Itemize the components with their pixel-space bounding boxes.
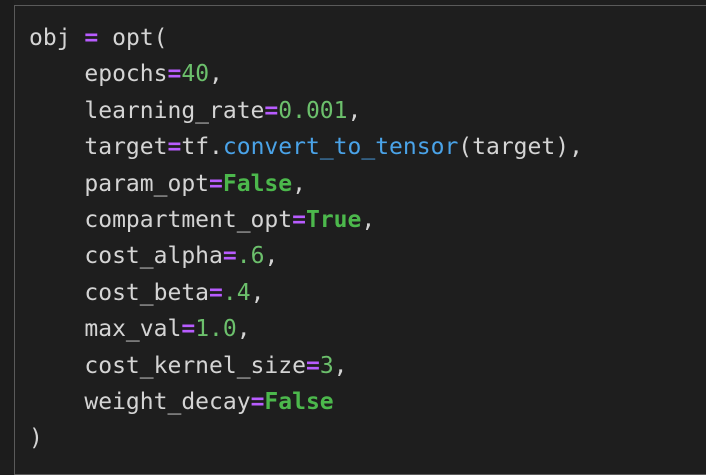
code-line-5: param_opt=False, [29,166,583,202]
arg-name: learning_rate [84,97,265,124]
closing-paren: ) [29,425,43,452]
arg-value: False [264,388,334,415]
arg-value: 0.001 [278,97,348,124]
code-line-7: cost_alpha=.6, [29,238,583,274]
arg-value: 40 [181,61,210,88]
arg-name: epochs [84,61,168,88]
call-args: (target), [458,134,583,161]
arg-name: weight_decay [84,388,251,415]
arg-trail: , [361,206,376,233]
arg-value: .6 [236,243,265,270]
arg-equals: = [209,279,223,306]
arg-name: cost_kernel_size [84,352,306,379]
arg-name: target [84,134,168,161]
code-line-12: ) [29,420,583,456]
code-cell[interactable]: obj = opt( epochs=40, learning_rate=0.00… [14,5,706,475]
arg-value: True [305,206,362,233]
code-line-10: cost_kernel_size=3, [29,348,583,384]
module-name: tf. [181,134,223,161]
arg-name: max_val [84,316,182,343]
arg-equals: = [167,61,182,88]
arg-value: False [222,170,293,197]
arg-equals: = [292,206,306,233]
code-line-1: obj = opt( [29,20,583,56]
arg-equals: = [209,170,223,197]
code-line-3: learning_rate=0.001, [29,93,583,129]
editor-window: obj = opt( epochs=40, learning_rate=0.00… [0,0,706,475]
arg-name: cost_beta [84,279,210,306]
variable-name: obj [29,25,71,51]
arg-equals: = [181,316,196,343]
function-name: convert_to_tensor [222,134,459,161]
arg-trail: , [264,243,279,270]
arg-trail: , [347,97,362,124]
code-line-4: target=tf.convert_to_tensor(target), [29,129,583,165]
code-line-8: cost_beta=.4, [29,275,583,311]
left-gutter [0,0,14,460]
arg-trail: , [333,352,348,379]
arg-equals: = [305,352,320,379]
arg-value: 1.0 [195,316,237,343]
code-line-2: epochs=40, [29,56,583,92]
arg-name: cost_alpha [84,243,223,270]
arg-value: 3 [319,352,334,379]
arg-value: .4 [222,279,251,306]
arg-name: param_opt [84,170,210,197]
arg-equals: = [250,388,265,415]
arg-equals: = [167,134,182,161]
code-line-9: max_val=1.0, [29,311,583,347]
arg-trail: , [236,316,251,343]
function-call: opt( [112,25,168,51]
code-line-11: weight_decay=False [29,384,583,420]
arg-trail: , [292,170,306,197]
arg-equals: = [222,243,237,270]
assign-operator: = [84,25,99,51]
arg-name: compartment_opt [84,206,293,233]
code-block[interactable]: obj = opt( epochs=40, learning_rate=0.00… [29,20,583,457]
arg-trail: , [250,279,265,306]
arg-equals: = [264,97,279,124]
code-line-6: compartment_opt=True, [29,202,583,238]
arg-trail: , [209,61,223,88]
